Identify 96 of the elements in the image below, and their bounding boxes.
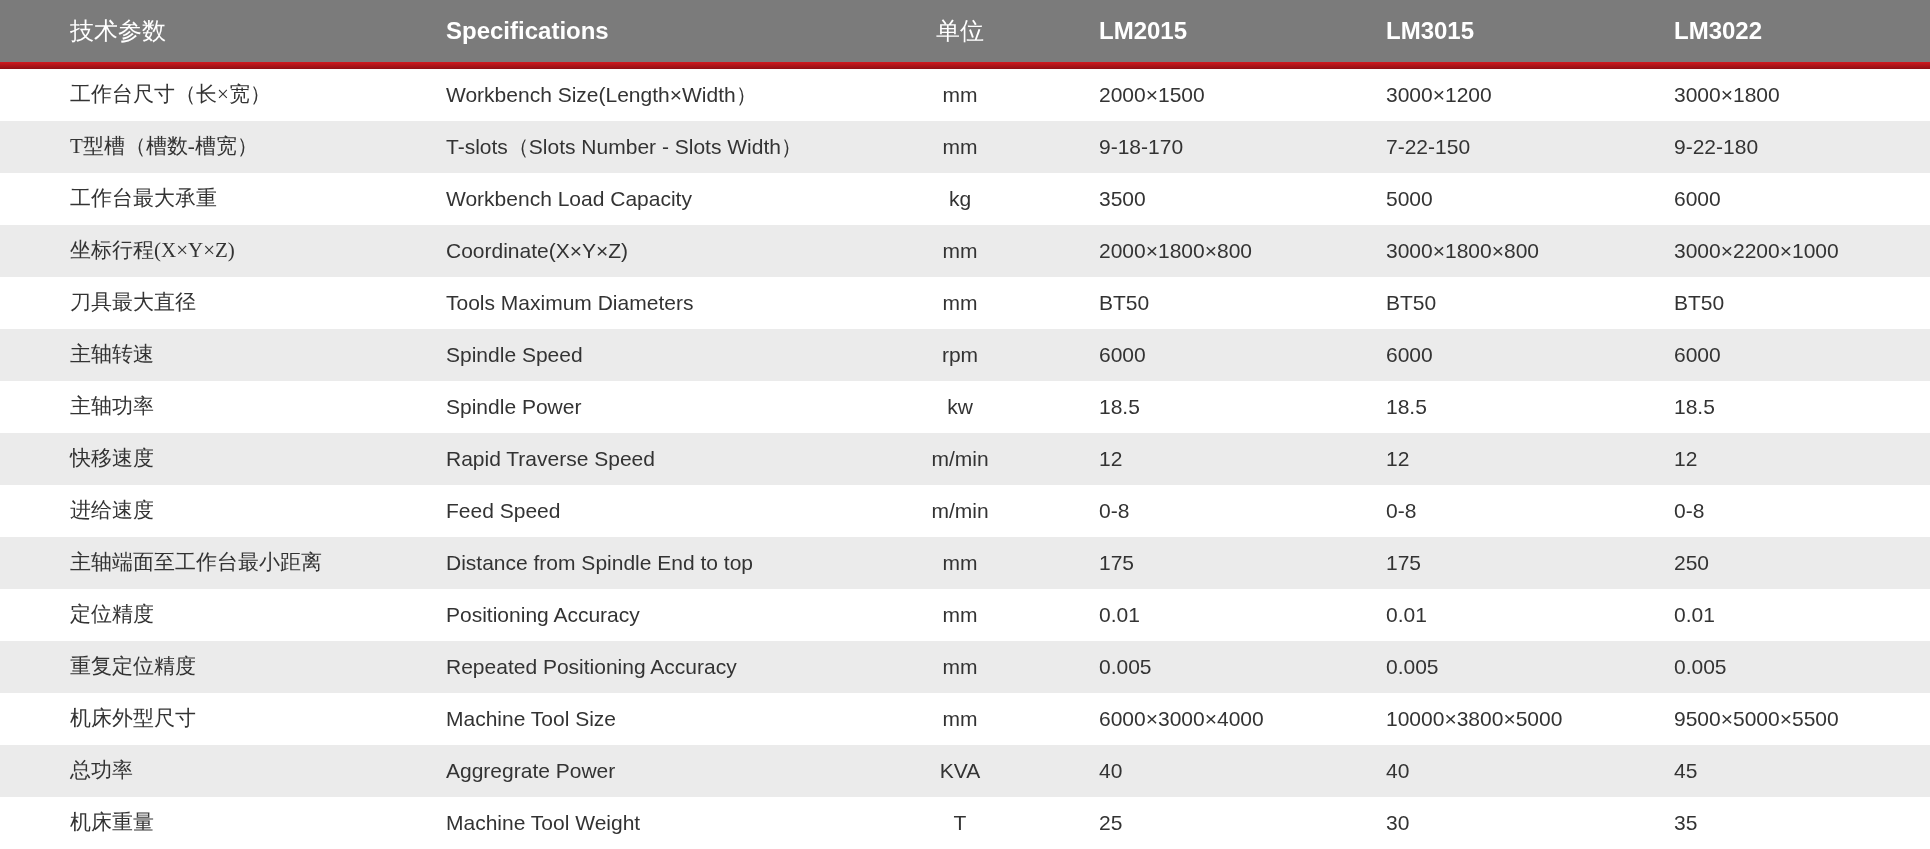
table-cell-text: T-slots（Slots Number - Slots Width）	[446, 134, 803, 161]
table-cell-text: BT50	[1386, 290, 1438, 317]
table-cell-text: 6000×3000×4000	[1098, 706, 1265, 733]
table-cell-text: Tools Maximum Diameters	[446, 290, 695, 317]
table-cell-text: 25	[1098, 810, 1124, 837]
table-cell-text: T型槽（槽数-槽宽）	[69, 133, 259, 161]
table-cell-text: 6000	[1674, 186, 1722, 213]
table-cell-text: 重复定位精度	[69, 653, 197, 681]
table-cell-text: 35	[1674, 810, 1699, 837]
table-cell-text: 主轴功率	[69, 393, 155, 421]
table-cell-text: 2000×1500	[1098, 82, 1206, 109]
table-cell-text: Aggregrate Power	[446, 758, 617, 785]
table-cell-text: 3000×1800×800	[1386, 238, 1540, 265]
table-cell-text: 0-8	[1386, 498, 1418, 525]
table-cell-text: 18.5	[1098, 394, 1141, 421]
table-cell-text: 12	[1386, 446, 1411, 473]
column-header: LM2015	[1098, 16, 1189, 46]
table-cell-text: 0.005	[1386, 654, 1440, 681]
table-cell-text: kw	[946, 394, 974, 421]
table-cell-text: 5000	[1386, 186, 1434, 213]
table-cell-text: 9500×5000×5500	[1674, 706, 1840, 733]
table-cell-text: 10000×3800×5000	[1386, 706, 1564, 733]
table-cell-text: 工作台最大承重	[69, 185, 218, 213]
table-cell-text: KVA	[938, 758, 982, 785]
table-cell-text: BT50	[1674, 290, 1726, 317]
table-cell-text: m/min	[930, 446, 990, 473]
table-cell-text: 30	[1386, 810, 1411, 837]
table-cell-text: 0.01	[1098, 602, 1141, 629]
table-cell-text: 3000×1800	[1674, 82, 1781, 109]
table-cell-text: 坐标行程(X×Y×Z)	[69, 237, 236, 265]
table-cell-text: rpm	[940, 342, 980, 369]
table-cell-text: 机床外型尺寸	[69, 705, 197, 733]
table-cell-text: mm	[941, 134, 979, 161]
table-cell-text: 2000×1800×800	[1098, 238, 1253, 265]
table-cell-text: Coordinate(X×Y×Z)	[446, 238, 630, 265]
table-cell-text: 3500	[1098, 186, 1147, 213]
table-cell-text: 45	[1674, 758, 1699, 785]
table-cell-text: 175	[1098, 550, 1136, 577]
table-cell-text: Repeated Positioning Accuracy	[446, 654, 738, 681]
column-header: LM3022	[1674, 16, 1764, 46]
table-cell-text: 总功率	[69, 757, 134, 785]
table-cell-text: Machine Tool Weight	[446, 810, 642, 837]
table-cell-text: 6000	[1674, 342, 1722, 369]
table-cell-text: Feed Speed	[446, 498, 562, 525]
table-cell-text: mm	[941, 654, 979, 681]
table-cell-text: 0-8	[1674, 498, 1706, 525]
table-cell-text: 12	[1674, 446, 1699, 473]
table-cell-text: m/min	[930, 498, 990, 525]
table-cell-text: 3000×1200	[1386, 82, 1493, 109]
table-cell-text: Workbench Size(Length×Width）	[446, 82, 758, 109]
table-cell-text: mm	[941, 238, 979, 265]
table-cell-text: mm	[941, 290, 979, 317]
table-cell-text: T	[952, 810, 968, 837]
table-cell-text: Distance from Spindle End to top	[446, 550, 754, 577]
table-cell-text: Spindle Power	[446, 394, 583, 421]
table-cell-text: mm	[941, 706, 979, 733]
column-header: LM3015	[1386, 16, 1476, 46]
column-header: 单位	[935, 17, 985, 46]
table-cell-text: 机床重量	[69, 809, 155, 837]
table-cell-text: Spindle Speed	[446, 342, 584, 369]
table-cell-text: 18.5	[1674, 394, 1716, 421]
table-cell-text: 6000	[1098, 342, 1147, 369]
table-cell-text: 6000	[1386, 342, 1434, 369]
table-cell-text: 工作台尺寸（长×宽）	[69, 81, 272, 109]
table-cell-text: 主轴端面至工作台最小距离	[69, 549, 323, 577]
table-cell-text: Machine Tool Size	[446, 706, 618, 733]
table-cell-text: 9-22-180	[1674, 134, 1760, 161]
table-cell-text: 0.005	[1674, 654, 1728, 681]
table-cell-text: 40	[1386, 758, 1411, 785]
table-cell-text: Workbench Load Capacity	[446, 186, 693, 213]
table-cell-text: 0.01	[1386, 602, 1428, 629]
table-cell-text: 40	[1098, 758, 1124, 785]
table-cell-text: 0.01	[1674, 602, 1716, 629]
table-cell-text: 定位精度	[69, 601, 155, 629]
table-cell-text: mm	[941, 602, 979, 629]
table-cell-text: Rapid Traverse Speed	[446, 446, 656, 473]
table-cell-text: 18.5	[1386, 394, 1428, 421]
table-cell-text: BT50	[1098, 290, 1151, 317]
table-cell-text: 9-18-170	[1098, 134, 1185, 161]
column-header: Specifications	[446, 16, 610, 46]
table-cell-text: 主轴转速	[69, 341, 155, 369]
table-cell-text: 0.005	[1098, 654, 1153, 681]
table-cell-text: mm	[941, 82, 979, 109]
table-cell-text: 7-22-150	[1386, 134, 1472, 161]
table-cell-text: 0-8	[1098, 498, 1131, 525]
column-header: 技术参数	[69, 17, 167, 46]
table-cell-text: 进给速度	[69, 497, 155, 525]
table-cell-text: 3000×2200×1000	[1674, 238, 1840, 265]
table-cell-text: 快移速度	[68, 445, 155, 473]
table-cell-text: 刀具最大直径	[69, 289, 197, 317]
table-cell-text: 250	[1674, 550, 1711, 577]
table-cell-text: kg	[947, 186, 973, 213]
table-cell-text: mm	[941, 550, 979, 577]
table-cell-text: Positioning Accuracy	[446, 602, 641, 629]
table-cell-text: 12	[1098, 446, 1124, 473]
table-cell-text: 175	[1386, 550, 1423, 577]
